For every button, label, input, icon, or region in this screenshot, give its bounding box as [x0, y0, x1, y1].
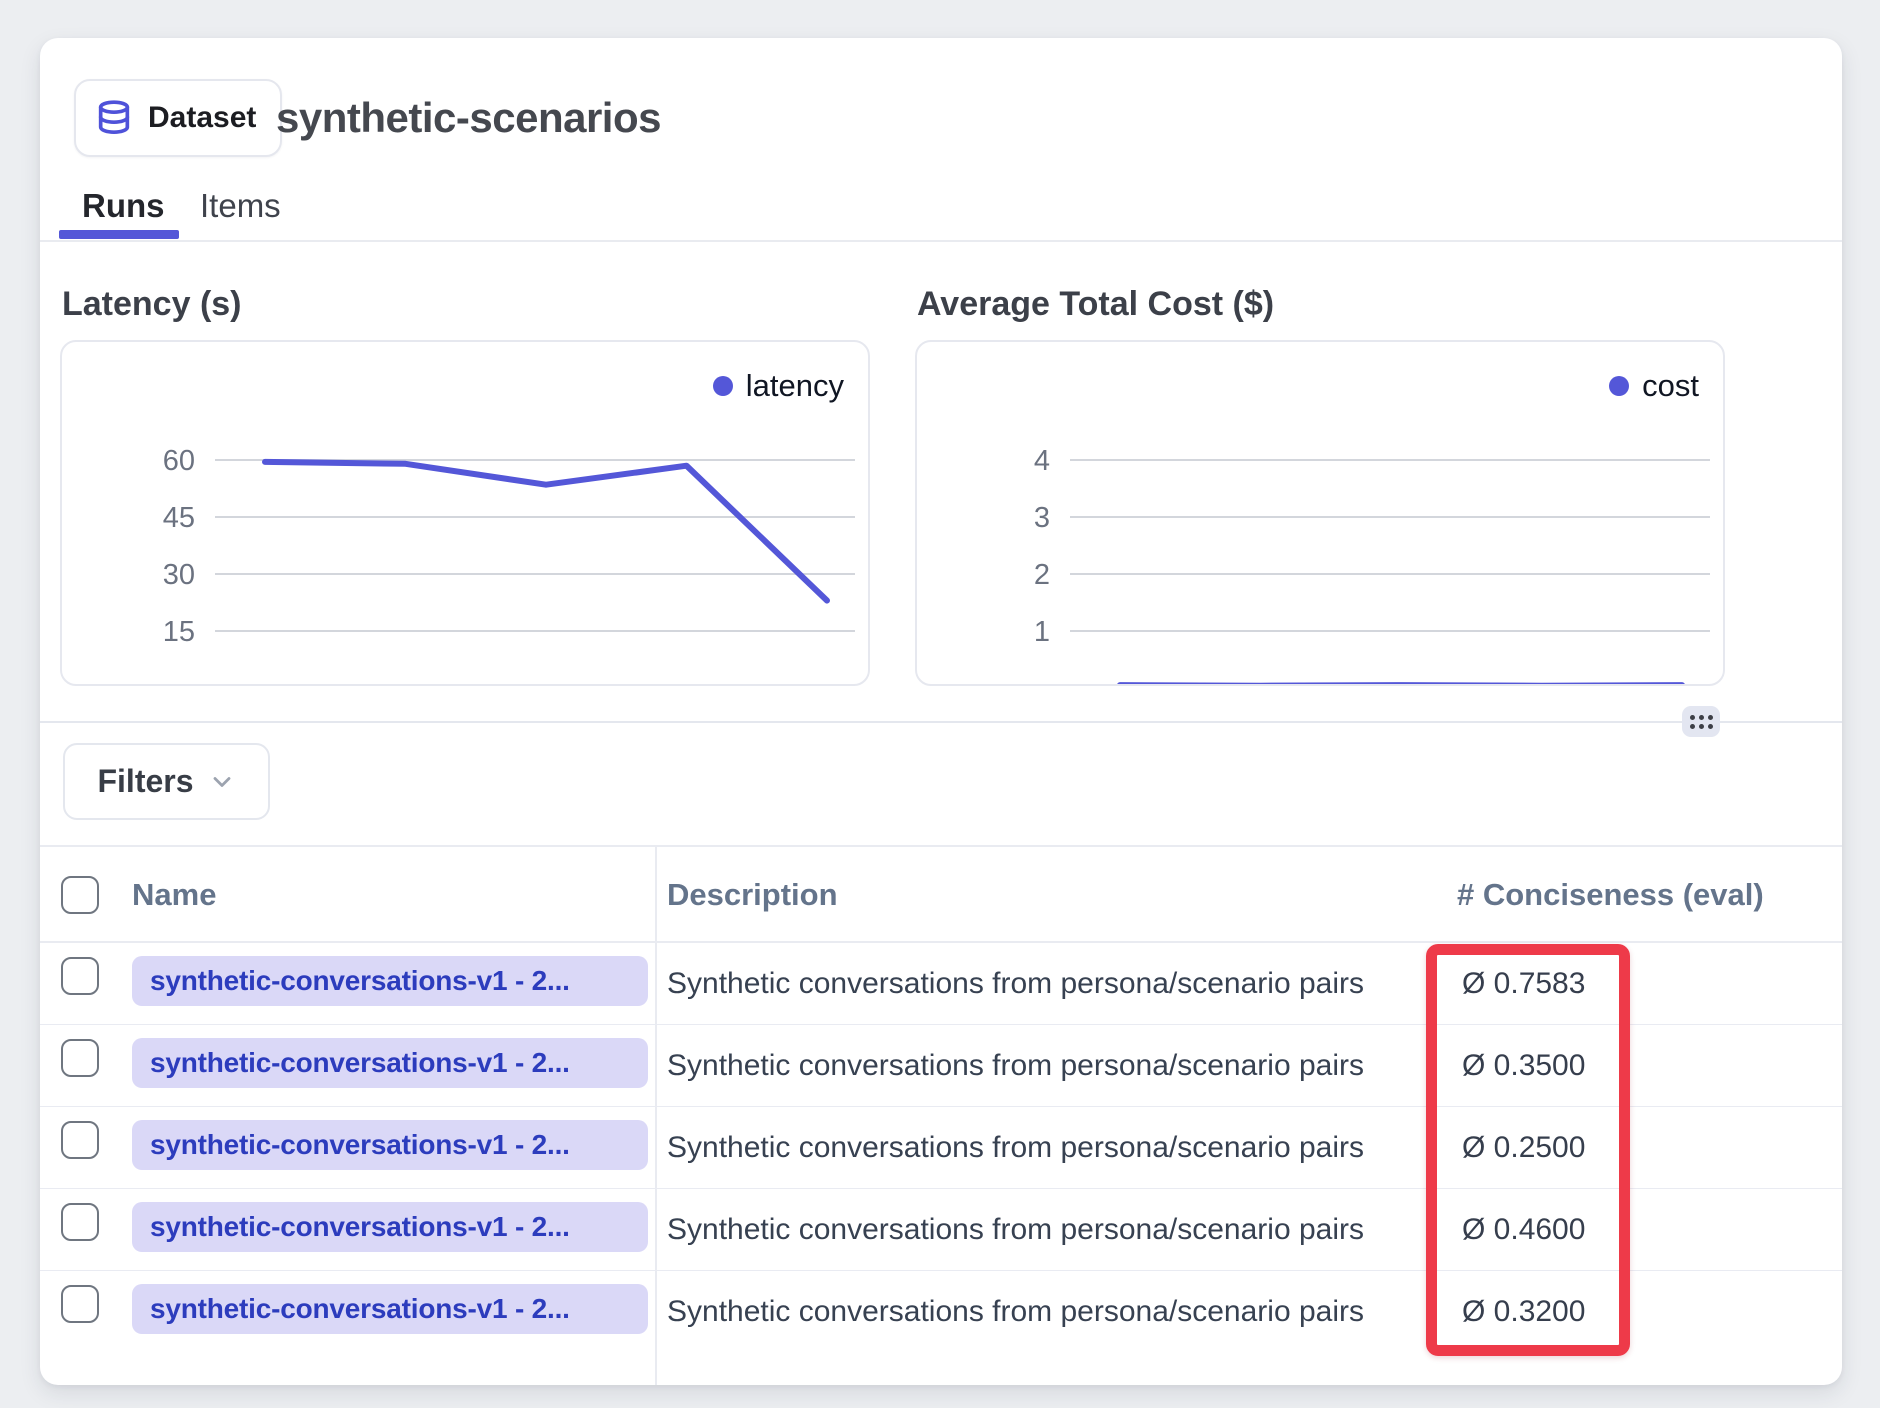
- dataset-page-card: Dataset synthetic-scenarios Runs Items L…: [40, 38, 1842, 1385]
- row-checkbox[interactable]: [61, 1285, 99, 1323]
- database-icon: [94, 98, 134, 138]
- tab-runs[interactable]: Runs: [82, 180, 165, 232]
- legend-label: cost: [1642, 368, 1699, 404]
- drag-handle[interactable]: [1682, 706, 1720, 737]
- cost-chart-card: 4 3 2 1 cost: [915, 340, 1725, 686]
- runs-table-body: synthetic-conversations-v1 - 2... Synthe…: [40, 943, 1842, 1353]
- run-description: Synthetic conversations from persona/sce…: [667, 1025, 1364, 1107]
- run-name-link[interactable]: synthetic-conversations-v1 - 2...: [132, 956, 648, 1006]
- run-name-link[interactable]: synthetic-conversations-v1 - 2...: [132, 1202, 648, 1252]
- name-column-header: Name: [132, 847, 216, 943]
- run-name-link[interactable]: synthetic-conversations-v1 - 2...: [132, 1284, 648, 1334]
- dataset-type-badge: Dataset: [74, 79, 282, 157]
- filters-label: Filters: [97, 763, 193, 800]
- svg-text:2: 2: [1034, 559, 1050, 591]
- svg-text:60: 60: [163, 445, 195, 477]
- row-checkbox[interactable]: [61, 957, 99, 995]
- cost-chart: 4 3 2 1: [917, 342, 1723, 684]
- run-description: Synthetic conversations from persona/sce…: [667, 1107, 1364, 1189]
- page-title: synthetic-scenarios: [276, 79, 661, 157]
- conciseness-value: Ø 0.4600: [1462, 1189, 1585, 1271]
- row-checkbox[interactable]: [61, 1121, 99, 1159]
- cost-chart-title: Average Total Cost ($): [917, 285, 1274, 324]
- filters-button[interactable]: Filters: [63, 743, 270, 820]
- table-row: synthetic-conversations-v1 - 2... Synthe…: [40, 943, 1842, 1025]
- section-divider: [40, 721, 1842, 723]
- svg-text:30: 30: [163, 559, 195, 591]
- conciseness-value: Ø 0.3500: [1462, 1025, 1585, 1107]
- table-row: synthetic-conversations-v1 - 2... Synthe…: [40, 1107, 1842, 1189]
- conciseness-value: Ø 0.3200: [1462, 1271, 1585, 1353]
- cost-legend: cost: [1609, 368, 1699, 404]
- table-row: synthetic-conversations-v1 - 2... Synthe…: [40, 1271, 1842, 1353]
- grip-dots-icon: [1690, 715, 1713, 729]
- conciseness-column-header: # Conciseness (eval): [1457, 847, 1764, 943]
- svg-text:1: 1: [1034, 616, 1050, 648]
- badge-label: Dataset: [148, 101, 256, 135]
- run-description: Synthetic conversations from persona/sce…: [667, 1189, 1364, 1271]
- table-row: synthetic-conversations-v1 - 2... Synthe…: [40, 1025, 1842, 1107]
- active-tab-underline: [59, 230, 179, 239]
- select-all-checkbox[interactable]: [61, 876, 99, 914]
- description-column-header: Description: [667, 847, 838, 943]
- row-checkbox[interactable]: [61, 1039, 99, 1077]
- table-header: Name Description # Conciseness (eval): [40, 845, 1842, 943]
- legend-dot-icon: [1609, 376, 1629, 396]
- tab-items[interactable]: Items: [200, 180, 281, 232]
- row-checkbox[interactable]: [61, 1203, 99, 1241]
- conciseness-value: Ø 0.2500: [1462, 1107, 1585, 1189]
- latency-chart-title: Latency (s): [62, 285, 242, 324]
- svg-text:3: 3: [1034, 502, 1050, 534]
- run-name-link[interactable]: synthetic-conversations-v1 - 2...: [132, 1038, 648, 1088]
- svg-text:4: 4: [1034, 445, 1050, 477]
- svg-text:15: 15: [163, 616, 195, 648]
- chevron-down-icon: [208, 768, 236, 796]
- tabs-divider: [40, 240, 1842, 242]
- latency-chart-card: 60 45 30 15 latency: [60, 340, 870, 686]
- run-description: Synthetic conversations from persona/sce…: [667, 943, 1364, 1025]
- legend-dot-icon: [713, 376, 733, 396]
- table-row: synthetic-conversations-v1 - 2... Synthe…: [40, 1189, 1842, 1271]
- run-name-link[interactable]: synthetic-conversations-v1 - 2...: [132, 1120, 648, 1170]
- run-description: Synthetic conversations from persona/sce…: [667, 1271, 1364, 1353]
- latency-legend: latency: [713, 368, 844, 404]
- legend-label: latency: [746, 368, 844, 404]
- conciseness-value: Ø 0.7583: [1462, 943, 1585, 1025]
- svg-text:45: 45: [163, 502, 195, 534]
